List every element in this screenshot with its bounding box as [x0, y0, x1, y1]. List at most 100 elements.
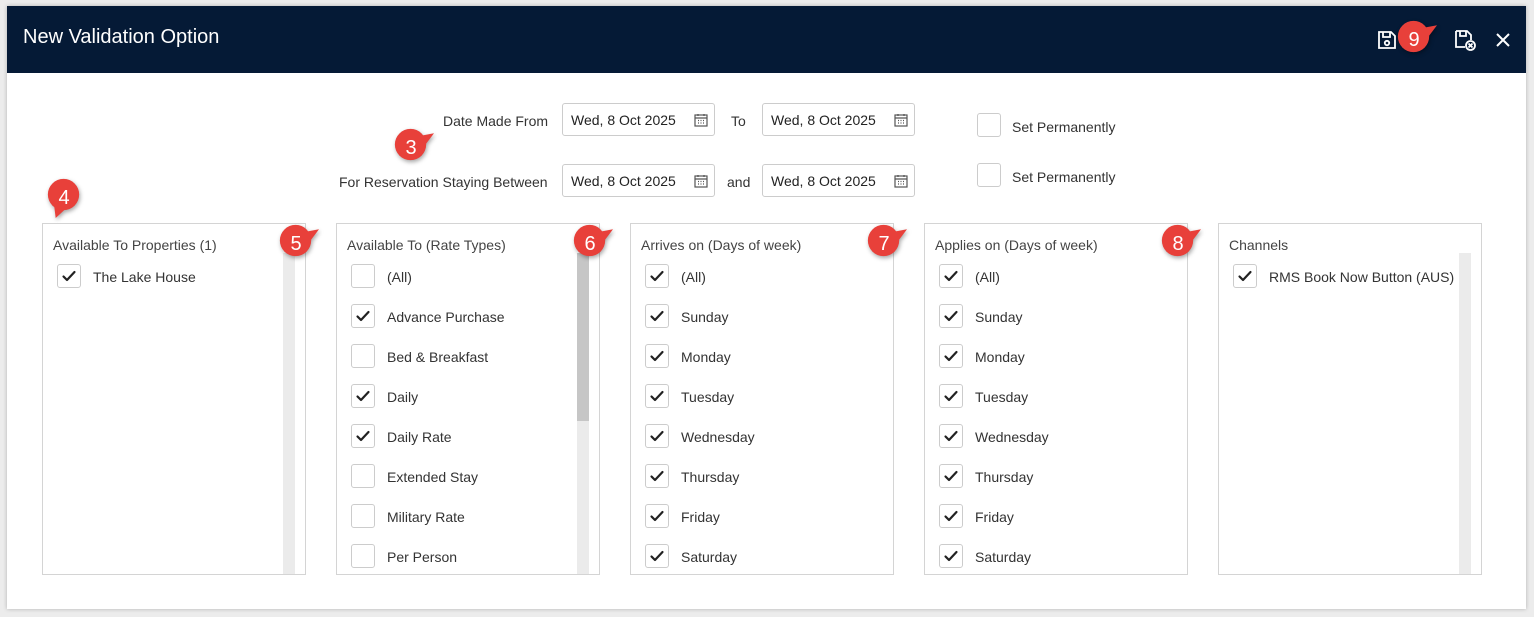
item-label: Advance Purchase: [387, 309, 505, 325]
item-checkbox[interactable]: [351, 544, 375, 568]
item-checkbox[interactable]: [939, 264, 963, 288]
set-permanently-label-1: Set Permanently: [1012, 119, 1116, 135]
item-checkbox[interactable]: [939, 344, 963, 368]
item-checkbox[interactable]: [351, 304, 375, 328]
callout-marker-4: 4: [45, 178, 89, 218]
item-label: Bed & Breakfast: [387, 349, 489, 365]
checkmark-icon: [650, 390, 664, 402]
item-checkbox[interactable]: [645, 264, 669, 288]
item-checkbox[interactable]: [645, 544, 669, 568]
save-close-icon[interactable]: [1453, 28, 1477, 52]
checkmark-icon: [1238, 270, 1252, 282]
checkmark-icon: [944, 550, 958, 562]
item-label: RMS Book Now Button (AUS): [1269, 269, 1455, 285]
checkmark-icon: [944, 430, 958, 442]
set-permanently-checkbox-1[interactable]: [977, 113, 1001, 137]
item-checkbox[interactable]: [645, 504, 669, 528]
item-label: Daily: [387, 389, 419, 405]
checkmark-icon: [944, 310, 958, 322]
item-checkbox[interactable]: [939, 504, 963, 528]
properties-panel-title: Available To Properties (1): [53, 237, 217, 253]
title-bar: New Validation Option: [7, 6, 1526, 73]
applies-on-panel: Applies on (Days of week) (All) Sunday Mon…: [924, 223, 1188, 575]
checkmark-icon: [356, 430, 370, 442]
item-label: Wednesday: [681, 429, 755, 445]
checkmark-icon: [944, 350, 958, 362]
arrives-on-panel-title: Arrives on (Days of week): [641, 237, 802, 253]
checkmark-icon: [650, 470, 664, 482]
checkmark-icon: [650, 310, 664, 322]
validation-option-window: New Validation Option Date Made From Wed…: [7, 6, 1526, 609]
channels-panel-title: Channels: [1229, 237, 1289, 253]
checkmark-icon: [650, 350, 664, 362]
properties-panel: Available To Properties (1) The Lake Hou…: [42, 223, 306, 575]
item-checkbox[interactable]: [645, 384, 669, 408]
checkmark-icon: [356, 310, 370, 322]
scrollbar-thumb[interactable]: [577, 253, 589, 421]
close-icon[interactable]: [1491, 28, 1515, 52]
item-checkbox[interactable]: [351, 384, 375, 408]
and-label: and: [727, 174, 751, 190]
calendar-icon[interactable]: [894, 174, 908, 188]
channels-scrollbar[interactable]: [1459, 253, 1471, 574]
item-checkbox[interactable]: [351, 344, 375, 368]
calendar-icon[interactable]: [694, 113, 708, 127]
callout-marker-6: 6: [571, 224, 615, 264]
rate-types-panel-title: Available To (Rate Types): [347, 237, 506, 253]
item-label: (All): [975, 269, 1000, 285]
checkmark-icon: [356, 390, 370, 402]
staying-to-input[interactable]: Wed, 8 Oct 2025: [762, 164, 915, 197]
properties-scrollbar[interactable]: [283, 253, 295, 574]
item-checkbox[interactable]: [939, 424, 963, 448]
item-checkbox[interactable]: [645, 424, 669, 448]
date-made-from-label: Date Made From: [443, 113, 549, 129]
set-permanently-checkbox-2[interactable]: [977, 163, 1001, 187]
item-label: Military Rate: [387, 509, 465, 525]
item-checkbox[interactable]: [1233, 264, 1257, 288]
item-checkbox[interactable]: [939, 384, 963, 408]
item-label: (All): [681, 269, 706, 285]
window-title: New Validation Option: [23, 26, 220, 48]
item-checkbox[interactable]: [645, 344, 669, 368]
item-label: Tuesday: [975, 389, 1029, 405]
item-label: (All): [387, 269, 412, 285]
date-made-to-input[interactable]: Wed, 8 Oct 2025: [762, 103, 915, 136]
callout-marker-5: 5: [277, 224, 321, 264]
item-checkbox[interactable]: [351, 464, 375, 488]
checkmark-icon: [944, 470, 958, 482]
applies-on-panel-title: Applies on (Days of week): [935, 237, 1098, 253]
item-label: Wednesday: [975, 429, 1049, 445]
calendar-icon[interactable]: [694, 174, 708, 188]
checkmark-icon: [944, 270, 958, 282]
item-label: Saturday: [975, 549, 1032, 565]
item-checkbox[interactable]: [939, 464, 963, 488]
item-label: Per Person: [387, 549, 458, 565]
item-label: Thursday: [975, 469, 1034, 485]
item-label: Extended Stay: [387, 469, 479, 485]
item-checkbox[interactable]: [57, 264, 81, 288]
item-checkbox[interactable]: [939, 544, 963, 568]
date-made-from-input[interactable]: Wed, 8 Oct 2025: [562, 103, 715, 136]
item-label: Saturday: [681, 549, 738, 565]
to-label: To: [731, 113, 746, 129]
checkmark-icon: [650, 510, 664, 522]
item-checkbox[interactable]: [939, 304, 963, 328]
item-checkbox[interactable]: [645, 304, 669, 328]
callout-marker-3: 3: [392, 128, 436, 168]
rate-types-scrollbar[interactable]: [577, 253, 589, 574]
item-label: Friday: [681, 509, 720, 525]
calendar-icon[interactable]: [894, 113, 908, 127]
item-label: Thursday: [681, 469, 740, 485]
callout-marker-7: 7: [865, 224, 909, 264]
checkmark-icon: [650, 550, 664, 562]
item-checkbox[interactable]: [351, 504, 375, 528]
item-label: Sunday: [975, 309, 1023, 325]
checkmark-icon: [944, 510, 958, 522]
item-checkbox[interactable]: [645, 464, 669, 488]
staying-from-input[interactable]: Wed, 8 Oct 2025: [562, 164, 715, 197]
item-checkbox[interactable]: [351, 424, 375, 448]
item-checkbox[interactable]: [351, 264, 375, 288]
checkmark-icon: [62, 270, 76, 282]
item-label: The Lake House: [93, 269, 196, 285]
item-label: Monday: [681, 349, 731, 365]
